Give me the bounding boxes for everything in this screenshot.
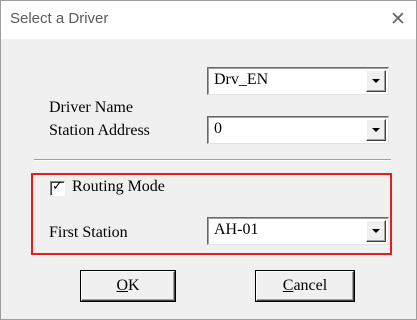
title-bar[interactable]: Select a Driver ✕	[1, 1, 416, 39]
chevron-down-icon	[372, 79, 380, 83]
chevron-down-icon	[372, 229, 380, 233]
driver-name-combo[interactable]: Drv_EN	[207, 67, 389, 95]
dialog-title: Select a Driver	[10, 10, 109, 27]
station-address-combo[interactable]: 0	[207, 116, 389, 144]
routing-mode-label[interactable]: Routing Mode	[72, 178, 165, 196]
cancel-button[interactable]: Cancel	[256, 271, 354, 301]
routing-mode-checkbox[interactable]: ✓	[50, 179, 65, 196]
station-address-value: 0	[214, 120, 222, 137]
cancel-label-rest: ancel	[293, 277, 328, 294]
select-driver-dialog: Select a Driver ✕ Driver Name Drv_EN Sta…	[0, 0, 417, 320]
checkmark-icon: ✓	[52, 179, 63, 194]
first-station-dropdown-button[interactable]	[366, 220, 386, 242]
ok-label-rest: K	[128, 277, 140, 294]
driver-name-dropdown-button[interactable]	[366, 70, 386, 92]
chevron-down-icon	[372, 128, 380, 132]
first-station-value: AH-01	[214, 221, 259, 238]
first-station-combo[interactable]: AH-01	[207, 217, 389, 245]
ok-mnemonic: O	[116, 277, 128, 294]
station-address-label: Station Address	[49, 122, 150, 139]
cancel-mnemonic: C	[282, 277, 294, 294]
close-icon[interactable]: ✕	[382, 4, 414, 34]
driver-name-label: Driver Name	[49, 99, 133, 116]
ok-button[interactable]: OK	[81, 271, 175, 301]
first-station-label: First Station	[49, 224, 128, 241]
station-address-dropdown-button[interactable]	[366, 119, 386, 141]
driver-name-value: Drv_EN	[214, 71, 269, 88]
separator-line	[34, 159, 391, 161]
